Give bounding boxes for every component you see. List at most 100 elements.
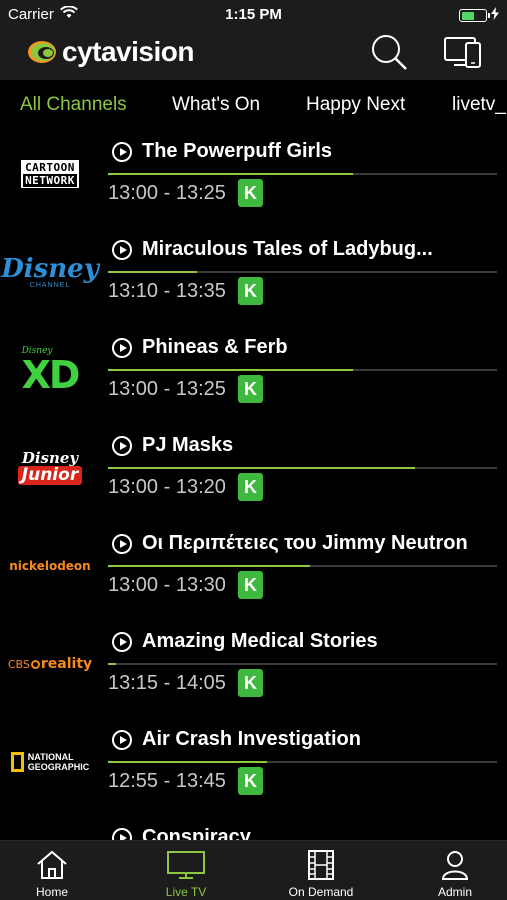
film-icon — [308, 849, 334, 881]
progress-fill — [108, 467, 416, 469]
progress-fill — [108, 271, 198, 273]
home-icon — [36, 849, 68, 881]
program-title: Amazing Medical Stories — [112, 630, 378, 653]
logo-text-line: Disney — [1, 253, 99, 284]
progress-bar — [108, 271, 497, 273]
disney-channel-logo: Disney CHANNEL — [1, 244, 99, 300]
channel-row[interactable]: Disney Junior PJ Masks 13:00 - 13:20 K — [0, 422, 507, 520]
program-title: Phineas & Ferb — [112, 336, 288, 359]
program-title-text: Air Crash Investigation — [142, 728, 361, 750]
program-title-text: Amazing Medical Stories — [142, 630, 378, 652]
program-title-text: The Powerpuff Girls — [142, 140, 333, 162]
program-title: PJ Masks — [112, 434, 233, 457]
tab-all-channels[interactable]: All Channels — [20, 94, 127, 116]
progress-bar — [108, 467, 497, 469]
cbs-reality-logo: CBS reality — [8, 636, 92, 692]
program-title-text: PJ Masks — [142, 434, 234, 456]
status-right — [459, 7, 499, 24]
tab-happy-next[interactable]: Happy Next — [306, 94, 405, 116]
category-tabs: All Channels What's On Happy Next livetv… — [0, 80, 507, 128]
play-icon — [112, 239, 132, 260]
program-time: 13:00 - 13:30 — [108, 574, 226, 596]
logo-text-line: CHANNEL — [29, 281, 71, 289]
brand-name: cytavision — [62, 36, 194, 67]
program-time: 13:00 - 13:25 — [108, 378, 226, 400]
progress-fill — [108, 173, 354, 175]
logo-text-line: NATIONAL — [27, 752, 74, 762]
program-time: 13:15 - 14:05 — [108, 672, 226, 694]
logo-text-line: reality — [40, 656, 93, 672]
tab-on-demand-label: On Demand — [288, 885, 354, 899]
tab-admin-label: Admin — [437, 885, 472, 899]
channel-row[interactable]: CBS reality Amazing Medical Stories 13:1… — [0, 618, 507, 716]
tab-livetv[interactable]: livetv_ — [452, 94, 506, 116]
program-title-text: Οι Περιπέτειες του Jimmy Neutron — [142, 532, 468, 554]
tab-live-tv[interactable]: Live TV — [123, 841, 249, 900]
channel-row[interactable]: Conspiracy — [0, 814, 507, 840]
logo-text-line: GEOGRAPHIC — [27, 762, 90, 772]
cartoon-network-logo: CARTOON NETWORK — [8, 146, 92, 202]
rating-badge: K — [238, 277, 263, 305]
tab-home-label: Home — [35, 885, 68, 899]
battery-fill — [461, 11, 475, 20]
progress-fill — [108, 565, 311, 567]
progress-bar — [108, 761, 497, 763]
user-icon — [441, 849, 469, 881]
logo-text-line: nickelodeon — [9, 559, 91, 573]
channel-row[interactable]: NATIONAL GEOGRAPHIC Air Crash Investigat… — [0, 716, 507, 814]
progress-bar — [108, 173, 497, 175]
program-title: Air Crash Investigation — [112, 728, 361, 751]
search-button[interactable] — [368, 33, 410, 75]
progress-bar — [108, 565, 497, 567]
search-icon — [370, 33, 408, 76]
program-time: 13:00 - 13:25 — [108, 182, 226, 204]
tab-admin[interactable]: Admin — [392, 841, 507, 900]
devices-icon — [444, 35, 482, 74]
logo-text-line: CBS — [7, 657, 30, 671]
national-geographic-logo: NATIONAL GEOGRAPHIC — [8, 734, 92, 790]
play-icon — [112, 533, 132, 554]
channel-row[interactable]: nickelodeon Οι Περιπέτειες του Jimmy Neu… — [0, 520, 507, 618]
charging-icon — [491, 7, 499, 24]
play-icon — [112, 631, 132, 652]
channel-logo — [8, 822, 92, 840]
program-time: 13:10 - 13:35 — [108, 280, 226, 302]
progress-fill — [108, 761, 268, 763]
disney-junior-logo: Disney Junior — [8, 440, 92, 496]
program-title-text: Phineas & Ferb — [142, 336, 288, 358]
tab-on-demand[interactable]: On Demand — [258, 841, 384, 900]
tv-icon — [167, 849, 205, 881]
program-title: Conspiracy — [112, 826, 251, 840]
play-icon — [112, 435, 132, 456]
play-icon — [112, 729, 132, 750]
program-title: Οι Περιπέτειες του Jimmy Neutron — [112, 532, 468, 555]
channel-row[interactable]: Disney XD Phineas & Ferb 13:00 - 13:25 K — [0, 324, 507, 422]
nickelodeon-logo: nickelodeon — [8, 538, 92, 594]
battery-icon — [459, 9, 490, 22]
tab-live-tv-label: Live TV — [165, 885, 207, 899]
program-time: 12:55 - 13:45 — [108, 770, 226, 792]
logo-text-line: Disney — [21, 449, 79, 467]
natgeo-frame-icon — [10, 752, 24, 772]
progress-bar — [108, 369, 497, 371]
brand-logo[interactable]: cytavision — [26, 36, 194, 68]
progress-fill — [108, 663, 116, 665]
status-time: 1:15 PM — [225, 6, 282, 23]
logo-text-line: Junior — [17, 466, 83, 485]
devices-button[interactable] — [442, 33, 484, 75]
rating-badge: K — [238, 767, 263, 795]
channel-row[interactable]: Disney CHANNEL Miraculous Tales of Ladyb… — [0, 226, 507, 324]
tab-home[interactable]: Home — [0, 841, 115, 900]
rating-badge: K — [238, 669, 263, 697]
channel-list: CARTOON NETWORK The Powerpuff Girls 13:0… — [0, 128, 507, 840]
logo-text-line: NETWORK — [23, 174, 77, 187]
play-icon — [112, 141, 132, 162]
rating-badge: K — [238, 179, 263, 207]
channel-row[interactable]: CARTOON NETWORK The Powerpuff Girls 13:0… — [0, 128, 507, 226]
disney-xd-logo: Disney XD — [8, 342, 92, 398]
play-icon — [112, 827, 132, 840]
rating-badge: K — [238, 375, 263, 403]
tab-whats-on[interactable]: What's On — [172, 94, 260, 116]
program-title-text: Conspiracy — [142, 826, 251, 840]
progress-bar — [108, 663, 497, 665]
